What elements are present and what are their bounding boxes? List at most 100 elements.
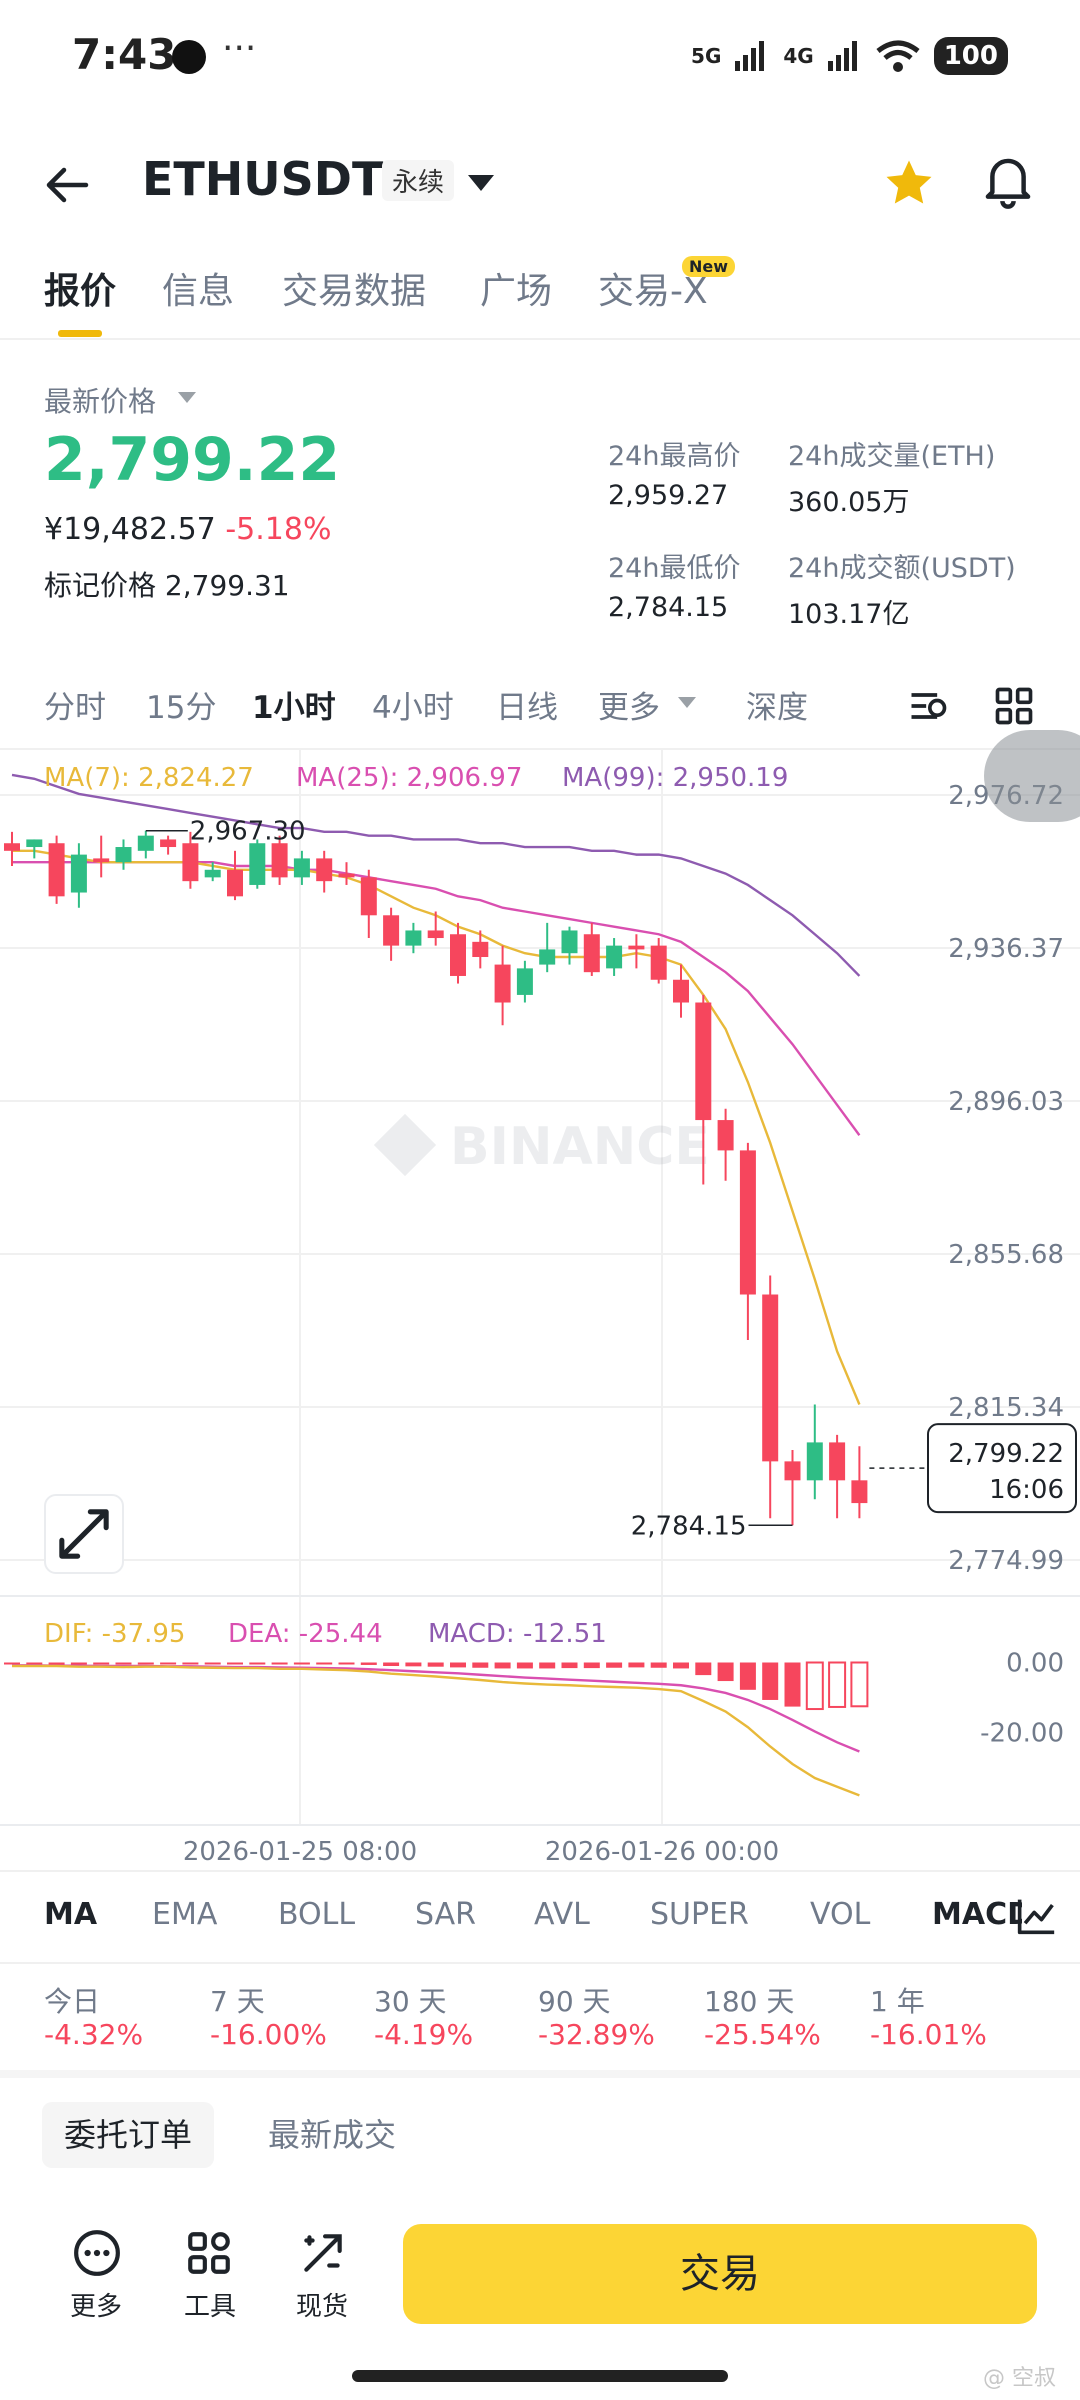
timeframe-depth[interactable]: 深度 [746,682,808,727]
perf-label-7d: 7 天 [210,1985,265,2018]
credit-watermark: @ 空叔 [983,2366,1056,2391]
candle-body [360,877,377,916]
candle-body [227,869,243,897]
fullscreen-button[interactable] [44,1494,124,1574]
tools-label[interactable]: 工具 [184,2286,236,2323]
macd-bar [805,1661,824,1711]
more-circle-icon[interactable] [72,2228,122,2278]
status-bar: 7:43 ··· 5G 4G 100 [0,0,1080,110]
indicator-vol[interactable]: VOL [810,1897,870,1932]
candle-body [204,869,221,878]
spot-label[interactable]: 现货 [296,2286,348,2323]
perf-value-1y: -16.01% [870,2018,987,2051]
perf-label-90d: 90 天 [538,1985,611,2018]
macd-tick-label: -20.00 [980,1719,1064,1749]
signal-4g-icon [827,41,857,71]
tab-quotes[interactable]: 报价 [44,262,116,314]
x-tick-label: 2026-01-26 00:00 [545,1837,779,1865]
cny-price: ¥19,482.57 [44,512,216,547]
watermark-text: BINANCE [450,1117,710,1177]
more-label[interactable]: 更多 [70,2286,122,2323]
indicator-ema[interactable]: EMA [152,1897,217,1932]
home-indicator[interactable] [352,2370,728,2382]
spot-exchange-icon[interactable] [298,2228,348,2278]
indicator-settings-icon[interactable] [1014,1896,1058,1936]
cny-price-row: ¥19,482.57 -5.18% [44,512,331,547]
macd-bar [249,1662,266,1665]
tab-trading-data[interactable]: 交易数据 [282,262,426,314]
indicator-macd[interactable]: MACD [932,1897,1022,1932]
floating-assistant-button[interactable] [984,730,1080,822]
trade-button[interactable]: 交易 [403,2224,1037,2324]
tab-info[interactable]: 信息 [162,262,234,314]
tabs-divider [0,338,1080,340]
tab-square[interactable]: 广场 [480,262,552,314]
price-type-dropdown-icon[interactable] [178,392,196,403]
timeframe-1d[interactable]: 日线 [496,682,558,727]
ma25-line [12,860,861,1136]
more-notifications-icon: ··· [222,28,257,69]
symbol-dropdown-icon[interactable] [468,175,494,191]
tab-open-orders[interactable]: 委托订单 [42,2102,215,2168]
indicator-sar[interactable]: SAR [415,1897,476,1932]
price-chart[interactable]: BINANCE 2,976.722,936.372,896.032,855.68… [0,745,1080,1865]
tools-grid-icon[interactable] [184,2228,234,2278]
back-arrow-icon[interactable] [42,160,92,210]
chart-settings-icon[interactable] [906,684,950,728]
candle-body [561,930,578,954]
high-value: 2,959.27 [608,480,729,511]
candle-body [182,843,199,882]
perf-value-90d: -32.89% [538,2018,655,2051]
macd-bar [628,1662,645,1668]
high-label: 24h最高价 [608,441,741,472]
candle-body [316,858,333,882]
indicator-ma[interactable]: MA [44,1897,97,1932]
candle-body [338,873,355,878]
dif-line [12,1664,860,1797]
macd-bar [271,1662,288,1665]
timeframe-15m[interactable]: 15分 [146,682,216,727]
volume-usdt-label: 24h成交额(USDT) [788,553,1016,584]
timeframe-more[interactable]: 更多 [598,682,660,727]
candle-body [851,1480,868,1504]
macd-bar [650,1662,667,1668]
indicator-boll[interactable]: BOLL [278,1897,355,1932]
status-right: 5G 4G 100 [691,34,1008,78]
notification-bell-icon[interactable] [980,152,1036,210]
dea-legend: DEA: -25.44 [228,1619,383,1649]
low-value: 2,784.15 [608,592,729,623]
indicator-avl[interactable]: AVL [534,1897,590,1932]
macd-bar [405,1662,422,1667]
candle-body [762,1294,779,1462]
ma99-legend: MA(99): 2,950.19 [562,763,788,793]
candle-body [673,979,689,1003]
ma7-legend: MA(7): 2,824.27 [44,763,254,793]
indicator-super[interactable]: SUPER [650,1897,749,1932]
candle-body [695,1002,712,1121]
tab-latest-trades[interactable]: 最新成交 [246,2102,418,2168]
favorite-star-icon[interactable] [882,156,936,210]
mark-price-row: 标记价格 2,799.31 [44,564,290,604]
symbol-title[interactable]: ETHUSDT [142,152,383,206]
timeframe-line[interactable]: 分时 [44,682,106,727]
latest-price-label[interactable]: 最新价格 [44,380,156,420]
timeframe-1h[interactable]: 1小时 [252,682,336,727]
candle-body [48,843,65,897]
qq-penguin-icon [172,40,206,74]
mark-price: 2,799.31 [164,569,290,602]
timeframe-4h[interactable]: 4小时 [372,682,454,727]
macd-bar [293,1662,310,1665]
layout-grid-icon[interactable] [992,684,1036,728]
low-marker-label: 2,784.15 [631,1511,747,1541]
perf-value-today: -4.32% [44,2018,144,2051]
volume-eth-value: 360.05万 [788,487,910,518]
more-dropdown-icon[interactable] [678,697,696,708]
candle-body [784,1461,801,1481]
candle-body [650,945,667,980]
macd-bar [182,1662,199,1665]
candle-body [115,847,132,863]
ma99-line [11,773,861,977]
candle-body [26,839,43,848]
candle-body [427,930,444,939]
contract-type-badge: 永续 [382,160,455,201]
